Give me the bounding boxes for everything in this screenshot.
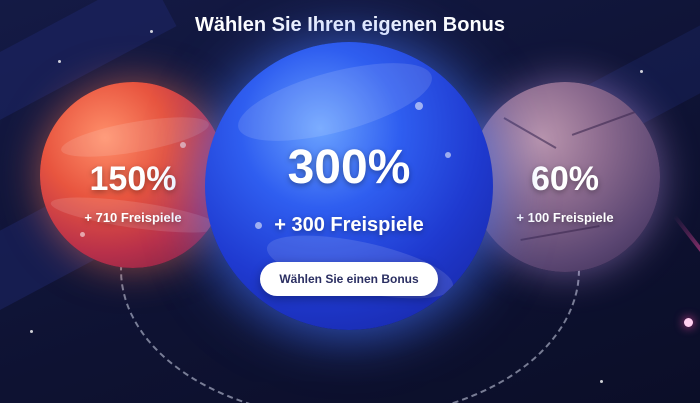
- bonus-free-spins: + 300 Freispiele: [274, 214, 424, 236]
- planet-crack: [503, 117, 557, 149]
- star: [30, 330, 33, 333]
- star: [58, 60, 61, 63]
- choose-bonus-button[interactable]: Wählen Sie einen Bonus: [260, 262, 438, 296]
- planet-crack: [571, 110, 639, 136]
- comet-icon: [684, 318, 693, 327]
- planet-swirl: [58, 109, 212, 165]
- planet-crack: [520, 225, 600, 241]
- bonus-percent: 300%: [287, 141, 411, 194]
- bonus-free-spins: + 100 Freispiele: [516, 210, 614, 225]
- bonus-option-300[interactable]: 300% + 300 Freispiele Wählen Sie einen B…: [205, 42, 493, 330]
- planet-spot: [415, 102, 423, 110]
- bonus-option-150[interactable]: 150% + 710 Freispiele: [40, 82, 226, 268]
- bonus-percent: 150%: [89, 160, 177, 198]
- star: [640, 70, 643, 73]
- planet-spot: [180, 142, 186, 148]
- bonus-percent: 60%: [530, 160, 600, 198]
- planet-spot: [80, 232, 85, 237]
- bonus-free-spins: + 710 Freispiele: [84, 210, 182, 225]
- star: [600, 380, 603, 383]
- page-title: Wählen Sie Ihren eigenen Bonus: [194, 14, 506, 36]
- bonus-option-60[interactable]: 60% + 100 Freispiele: [470, 82, 660, 272]
